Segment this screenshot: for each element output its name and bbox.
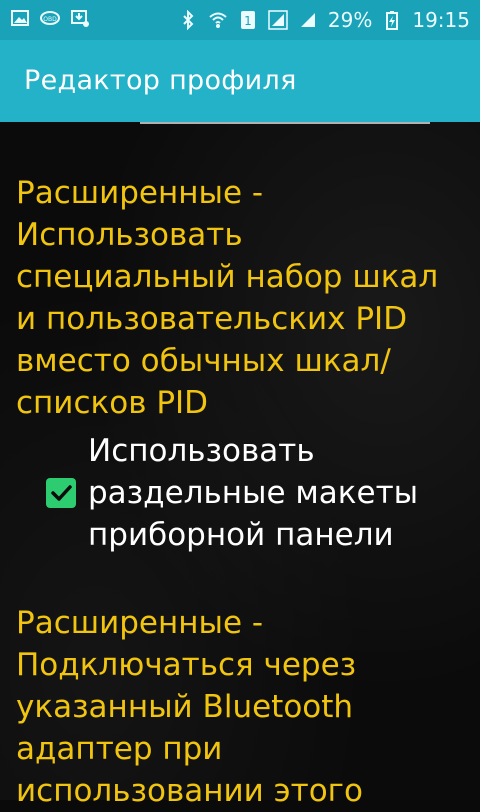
setting-description-custom-gauges: Расширенные - Использовать специальный н… xyxy=(16,175,439,421)
status-bar-right: 1 29% 19:15 xyxy=(178,8,470,32)
separate-dashboards-checkbox[interactable] xyxy=(46,478,76,508)
setting-description-bluetooth-adapter: Расширенные - Подключаться через указанн… xyxy=(16,605,363,809)
separate-dashboards-label: Использовать раздельные макеты приборной… xyxy=(88,433,419,553)
status-bar: OBD 1 29% 19:15 xyxy=(0,0,480,40)
svg-text:1: 1 xyxy=(244,14,252,28)
gallery-icon xyxy=(10,8,30,28)
status-bar-left: OBD xyxy=(10,8,90,28)
obd-icon: OBD xyxy=(40,8,60,28)
battery-icon xyxy=(382,10,402,30)
signal2-icon xyxy=(298,10,318,30)
download-icon xyxy=(70,8,90,28)
bluetooth-icon xyxy=(178,9,198,31)
app-bar: Редактор профиля xyxy=(0,40,480,122)
battery-percent: 29% xyxy=(327,8,373,32)
settings-content[interactable]: Расширенные - Использовать специальный н… xyxy=(0,122,480,809)
checkmark-icon xyxy=(51,485,72,501)
svg-text:OBD: OBD xyxy=(43,16,57,23)
page-title: Редактор профиля xyxy=(24,65,297,96)
signal-icon xyxy=(268,10,288,30)
sim1-icon: 1 xyxy=(238,10,258,30)
separate-dashboards-option[interactable]: Использовать раздельные макеты приборной… xyxy=(46,430,466,560)
status-time: 19:15 xyxy=(412,8,470,32)
wifi-icon xyxy=(208,10,228,30)
divider xyxy=(140,122,430,124)
